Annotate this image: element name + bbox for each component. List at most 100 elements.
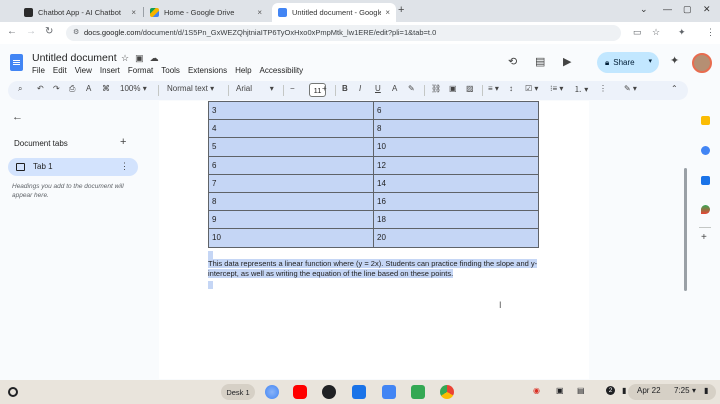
browser-tab-docs[interactable]: Untitled document - Google Do × — [272, 3, 396, 22]
menu-edit[interactable]: Edit — [53, 66, 67, 75]
maximize-icon[interactable]: ▢ — [683, 4, 692, 15]
screen-record-icon[interactable]: ◉ — [533, 386, 540, 395]
youtube-app-icon[interactable] — [293, 385, 307, 399]
launcher-icon[interactable] — [8, 387, 18, 397]
insert-link-icon[interactable]: ⛓ — [431, 84, 441, 93]
move-folder-icon[interactable]: ▣ — [135, 53, 150, 63]
maps-icon[interactable] — [701, 205, 710, 214]
close-panel-back-icon[interactable]: ← — [12, 111, 23, 123]
bold-icon[interactable]: B — [342, 84, 348, 93]
browser-menu-icon[interactable]: ⋮ — [706, 27, 715, 38]
clock-time[interactable]: 7:25 — [674, 386, 690, 395]
address-bar[interactable]: docs.google.com/document/d/1S5Pn_GxWEZQh… — [66, 25, 621, 41]
scrollbar-thumb[interactable] — [684, 168, 687, 291]
tasks-icon[interactable] — [701, 146, 710, 155]
print-icon[interactable]: ⎙ — [69, 84, 75, 94]
site-info-icon[interactable]: ⚙ — [73, 28, 79, 36]
italic-icon[interactable]: I — [359, 84, 361, 93]
close-window-icon[interactable]: ✕ — [703, 4, 711, 15]
search-menus-icon[interactable]: ⌕ — [18, 84, 22, 94]
mic-icon[interactable]: ▮ — [622, 386, 626, 395]
spellcheck-icon[interactable]: A — [86, 84, 91, 93]
add-tab-button[interactable]: + — [120, 136, 126, 148]
table-cell[interactable]: 8 — [208, 191, 374, 212]
menu-file[interactable]: File — [32, 66, 45, 75]
table-cell[interactable]: 18 — [373, 210, 539, 230]
document-page[interactable]: 3 6 4 8 5 10 6 12 7 14 8 16 9 18 10 20 This data repres… — [159, 100, 589, 379]
table-cell[interactable]: 6 — [208, 155, 374, 175]
table-cell[interactable]: 3 — [208, 100, 374, 121]
reload-icon[interactable]: ↻ — [45, 26, 53, 37]
more-options-icon[interactable]: ⋮ — [599, 84, 607, 93]
new-tab-button[interactable]: + — [398, 4, 404, 16]
chevron-down-icon[interactable]: ▾ — [648, 57, 652, 65]
chrome-app-icon[interactable] — [440, 385, 454, 399]
redo-icon[interactable]: ↷ — [53, 84, 60, 93]
browser-tab-drive[interactable]: Home - Google Drive × — [144, 3, 268, 22]
editing-mode-icon[interactable]: ✎ ▾ — [624, 84, 637, 93]
screenshot-icon[interactable]: ▣ — [556, 386, 564, 395]
menu-view[interactable]: View — [75, 66, 92, 75]
document-title[interactable]: Untitled document — [32, 52, 117, 64]
undo-icon[interactable]: ↶ — [37, 84, 44, 93]
table-cell[interactable]: 10 — [208, 228, 374, 248]
battery-icon[interactable]: ▮ — [704, 386, 708, 395]
table-cell[interactable]: 14 — [373, 173, 539, 193]
version-history-icon[interactable]: ⟲ — [508, 55, 517, 68]
add-comment-icon[interactable]: ▣ — [449, 84, 457, 93]
zoom-select[interactable]: 100% ▾ — [120, 84, 147, 93]
tab-search-icon[interactable]: ⌄ — [640, 4, 648, 15]
table-cell[interactable]: 20 — [373, 228, 539, 248]
style-select[interactable]: Normal text ▾ — [167, 84, 214, 93]
gemini-icon[interactable]: ✦ — [670, 54, 679, 67]
align-icon[interactable]: ≡ ▾ — [488, 84, 499, 93]
menu-insert[interactable]: Insert — [100, 66, 120, 75]
meet-icon[interactable]: ▶ — [563, 55, 571, 68]
comments-icon[interactable]: ▤ — [535, 55, 545, 68]
numbered-list-icon[interactable]: ⒈ ▾ — [574, 84, 588, 95]
close-tab-icon[interactable]: × — [131, 8, 136, 17]
menu-extensions[interactable]: Extensions — [188, 66, 227, 75]
table-cell[interactable]: 6 — [373, 100, 539, 121]
date-label[interactable]: Apr 22 — [637, 386, 661, 395]
table-cell[interactable]: 4 — [208, 119, 374, 139]
avatar[interactable] — [692, 53, 712, 73]
bulleted-list-icon[interactable]: ⁝≡ ▾ — [550, 84, 563, 93]
forward-icon[interactable]: → — [26, 26, 36, 37]
paint-format-icon[interactable]: ⌘ — [102, 84, 110, 93]
contacts-icon[interactable] — [701, 176, 710, 185]
get-addons-icon[interactable]: + — [701, 232, 707, 243]
star-icon[interactable]: ☆ — [121, 53, 135, 63]
decrease-font-size-icon[interactable]: − — [290, 84, 295, 93]
checklist-icon[interactable]: ☑ ▾ — [525, 84, 538, 93]
close-tab-icon[interactable]: × — [257, 8, 262, 17]
font-select[interactable]: Arial ▾ — [236, 84, 274, 93]
desk-switcher[interactable]: Desk 1 — [221, 384, 255, 400]
terminal-app-icon[interactable] — [322, 385, 336, 399]
docs-app-icon[interactable] — [382, 385, 396, 399]
table-cell[interactable]: 5 — [208, 137, 374, 157]
close-tab-icon[interactable]: × — [385, 8, 390, 17]
clipboard-icon[interactable]: ▤ — [577, 386, 585, 395]
data-table[interactable]: 3 6 4 8 5 10 6 12 7 14 8 16 9 18 10 20 — [208, 100, 539, 248]
highlight-icon[interactable]: ✎ — [408, 84, 415, 93]
table-cell[interactable]: 16 — [373, 191, 539, 212]
table-cell[interactable]: 12 — [373, 155, 539, 175]
tab-1-item[interactable]: Tab 1 ⋮ — [8, 158, 138, 176]
keep-icon[interactable] — [701, 116, 710, 125]
cloud-status-icon[interactable]: ☁ — [150, 53, 165, 63]
increase-font-size-icon[interactable]: + — [322, 84, 327, 93]
insert-image-icon[interactable]: ▨ — [466, 84, 474, 93]
menu-format[interactable]: Format — [128, 66, 153, 75]
tab-options-icon[interactable]: ⋮ — [120, 161, 129, 172]
underline-icon[interactable]: U — [375, 84, 381, 93]
wifi-icon[interactable]: ▾ — [692, 386, 696, 395]
browser-tab-chatbot[interactable]: Chatbot App - AI Chatbot × — [18, 3, 142, 22]
table-cell[interactable]: 10 — [373, 137, 539, 157]
menu-tools[interactable]: Tools — [161, 66, 180, 75]
gemini-app-icon[interactable] — [265, 385, 279, 399]
share-button[interactable]: 🔒︎ Share ▾ — [597, 52, 659, 73]
sheets-app-icon[interactable] — [411, 385, 425, 399]
menu-help[interactable]: Help — [235, 66, 251, 75]
table-cell[interactable]: 7 — [208, 173, 374, 193]
